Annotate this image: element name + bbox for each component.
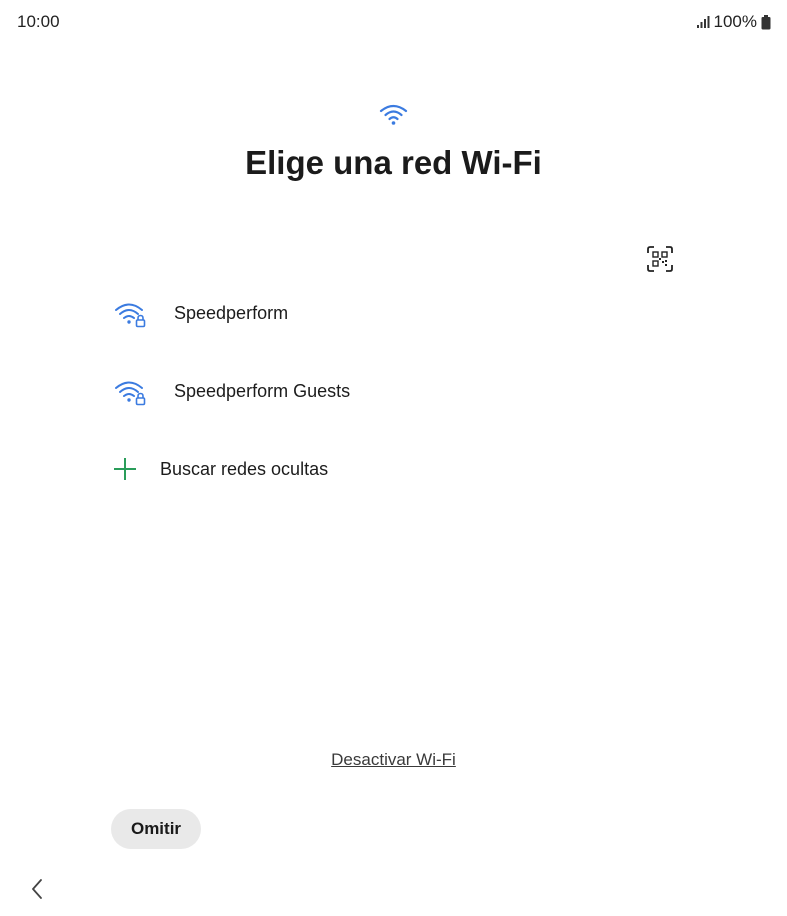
wifi-lock-icon xyxy=(115,381,146,406)
status-time: 10:00 xyxy=(17,12,60,31)
chevron-left-icon xyxy=(32,879,42,899)
network-item-speedperform-guests[interactable]: Speedperform Guests xyxy=(100,352,700,430)
disable-wifi-link[interactable]: Desactivar Wi-Fi xyxy=(0,750,787,770)
signal-icon xyxy=(696,16,710,28)
network-name: Speedperform Guests xyxy=(174,380,351,401)
status-bar: 10:00 100% xyxy=(0,0,787,44)
battery-icon xyxy=(761,14,771,29)
wifi-lock-icon xyxy=(115,303,146,328)
page-title: Elige una red Wi-Fi xyxy=(245,144,542,181)
qr-scan-button[interactable] xyxy=(645,244,675,274)
plus-icon xyxy=(114,458,136,480)
search-hidden-networks-button[interactable]: Buscar redes ocultas xyxy=(100,430,700,508)
hidden-networks-label: Buscar redes ocultas xyxy=(160,458,329,479)
network-item-speedperform[interactable]: Speedperform xyxy=(100,274,700,352)
status-indicators: 100% xyxy=(696,12,771,32)
back-button[interactable] xyxy=(24,874,50,904)
network-name: Speedperform xyxy=(174,302,289,323)
qr-code-scan-icon xyxy=(647,246,673,272)
battery-percent: 100% xyxy=(713,12,757,31)
wifi-setup-screen: 10:00 100% Elige una red Wi-Fi Speedperf… xyxy=(0,0,787,916)
wifi-icon xyxy=(379,104,408,125)
skip-button[interactable]: Omitir xyxy=(111,809,201,849)
